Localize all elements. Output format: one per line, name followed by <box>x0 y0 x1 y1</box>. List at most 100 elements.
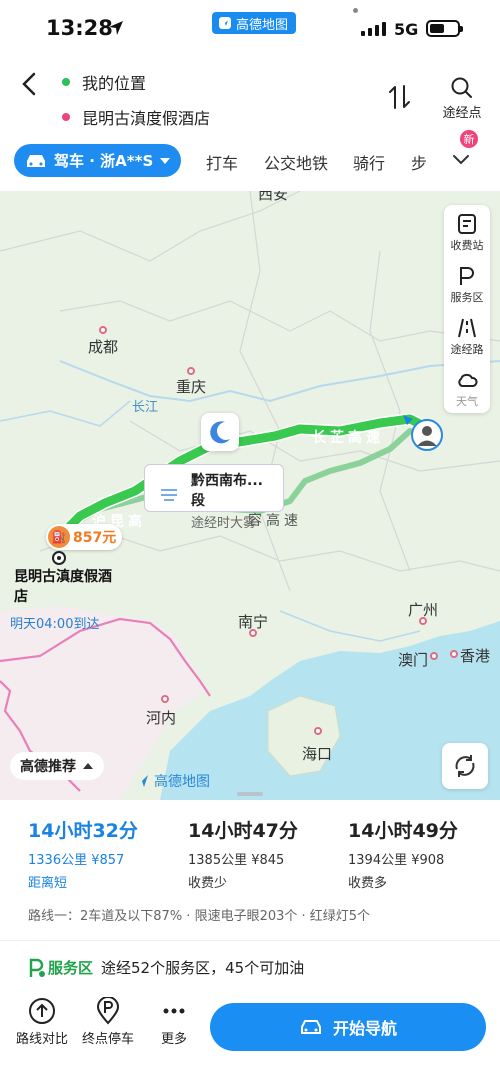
parking-pin-icon <box>96 997 120 1025</box>
destination-pin-icon <box>52 551 66 565</box>
destination-dot <box>62 113 70 121</box>
destination-parking-button[interactable]: 终点停车 <box>82 997 134 1047</box>
route-price: ¥857 <box>91 853 125 868</box>
city-dot-hongkong <box>450 650 458 658</box>
route-duration: 14小时49分 <box>348 820 458 842</box>
map-view[interactable]: 西安 成都 重庆 长江 南宁 广州 澳门 香港 河内 海口 长芷高速 沪昆高 容… <box>0 191 500 800</box>
route-meta: 1385公里 ¥845 <box>188 849 298 868</box>
route-price: ¥845 <box>251 853 285 868</box>
route-option-3[interactable]: 14小时49分 1394公里 ¥908 收费多 <box>348 816 458 891</box>
destination-parking-label: 终点停车 <box>82 1032 135 1047</box>
amap-logo-icon <box>219 17 231 29</box>
tab-taxi[interactable]: 打车 <box>206 150 238 174</box>
swap-icon <box>389 85 410 109</box>
more-label: 更多 <box>160 1032 187 1047</box>
destination-row[interactable]: 昆明古滇度假酒店 <box>62 105 210 129</box>
city-dot-haikou <box>314 727 322 735</box>
gas-pump-icon: ⛽ <box>48 526 70 548</box>
divider <box>0 940 500 941</box>
start-navigation-button[interactable]: 开始导航 <box>210 1003 486 1051</box>
status-time: 13:28 <box>46 16 113 40</box>
mode-tabs: 驾车 · 浙A**S 打车 公交地铁 骑行 步 新 <box>0 130 500 180</box>
more-modes-button[interactable] <box>448 146 474 172</box>
add-via-button[interactable]: 途经点 <box>434 76 490 121</box>
car-icon <box>27 154 45 167</box>
new-badge: 新 <box>460 130 478 148</box>
highway-changzhi: 长芷高速 <box>312 430 384 446</box>
privacy-dot <box>353 8 358 13</box>
status-bar: 13:28 高德地图 5G <box>0 0 500 56</box>
route-roads-tool[interactable]: 途经路 <box>444 317 490 357</box>
refresh-route-button[interactable] <box>442 743 488 789</box>
caret-up-icon <box>83 763 93 769</box>
city-chengdu: 成都 <box>88 338 119 356</box>
origin-dot <box>62 78 70 86</box>
route-header: 我的位置 昆明古滇度假酒店 途经点 驾车 · 浙A**S 打车 公交地铁 骑行 … <box>0 56 500 191</box>
route-distance: 1394公里 <box>348 853 408 868</box>
weather-subtitle: 途经时大雾 <box>191 516 257 531</box>
arrival-time: 明天04:00到达 <box>10 617 100 632</box>
service-badge-label: 服务区 <box>48 959 94 977</box>
city-dot-macau <box>430 652 438 660</box>
service-badge: 服务区 <box>28 957 93 978</box>
more-button[interactable]: 更多 <box>160 997 188 1047</box>
route-compare-button[interactable]: 路线对比 <box>16 997 68 1047</box>
app-pill-label: 高德地图 <box>236 17 289 33</box>
sheet-handle[interactable] <box>237 792 263 796</box>
recommend-dropdown[interactable]: 高德推荐 <box>10 752 104 780</box>
route-roads-label: 途经路 <box>450 343 484 356</box>
route-options-sheet: 14小时32分 1336公里 ¥857 距离短 14小时47分 1385公里 ¥… <box>0 800 500 1068</box>
weather-marker[interactable] <box>201 413 239 451</box>
tab-drive-label: 驾车 · 浙A**S <box>54 152 154 170</box>
route-option-2[interactable]: 14小时47分 1385公里 ¥845 收费少 <box>188 816 298 891</box>
avatar-icon <box>403 415 443 451</box>
fog-icon <box>161 489 177 501</box>
service-area-label: 服务区 <box>450 291 484 304</box>
city-haikou: 海口 <box>302 745 333 763</box>
car-icon <box>300 1020 321 1034</box>
app-pill[interactable]: 高德地图 <box>212 12 297 34</box>
amap-logo-icon <box>136 775 148 787</box>
service-text: 途经52个服务区，45个可加油 <box>101 959 305 977</box>
tab-walk[interactable]: 步 <box>411 150 427 174</box>
network-type: 5G <box>394 20 419 39</box>
origin-marker <box>401 413 443 459</box>
weather-bubble[interactable]: 黔西南布...段 途经时大雾 <box>144 464 284 531</box>
tab-cycling[interactable]: 骑行 <box>353 150 385 174</box>
map-logo: 高德地图 <box>134 771 210 791</box>
origin-row[interactable]: 我的位置 <box>62 70 146 94</box>
city-xian: 西安 <box>258 191 289 203</box>
via-label: 途经点 <box>442 106 482 121</box>
city-dot-hanoi <box>161 695 169 703</box>
toll-label: 收费站 <box>450 239 484 252</box>
tab-transit[interactable]: 公交地铁 <box>264 150 328 174</box>
chevron-down-icon <box>453 155 469 165</box>
city-macau: 澳门 <box>398 651 429 669</box>
service-area-tool[interactable]: 服务区 <box>444 265 490 305</box>
fuel-cost-value: 857元 <box>73 530 117 546</box>
moon-icon <box>210 421 230 444</box>
road-icon <box>458 318 476 338</box>
signal-icon <box>361 20 386 36</box>
compare-icon <box>29 998 55 1024</box>
origin-label: 我的位置 <box>82 74 147 93</box>
city-dot-chongqing <box>187 367 195 375</box>
route-duration: 14小时47分 <box>188 820 298 842</box>
swap-button[interactable] <box>386 82 414 112</box>
toll-icon <box>458 214 476 234</box>
start-navigation-label: 开始导航 <box>332 1019 397 1038</box>
fuel-cost-tag[interactable]: ⛽ 857元 <box>46 524 123 550</box>
weather-tool[interactable]: 天气 <box>444 369 490 409</box>
toll-station-tool[interactable]: 收费站 <box>444 213 490 253</box>
route-option-1[interactable]: 14小时32分 1336公里 ¥857 距离短 <box>28 816 138 891</box>
route-tag: 收费多 <box>348 876 388 891</box>
city-hanoi: 河内 <box>146 709 177 727</box>
refresh-icon <box>455 755 475 777</box>
tab-drive[interactable]: 驾车 · 浙A**S <box>14 144 182 177</box>
route-meta: 1394公里 ¥908 <box>348 849 458 868</box>
route-duration: 14小时32分 <box>28 820 138 842</box>
service-area-row[interactable]: 服务区 途经52个服务区，45个可加油 <box>28 957 304 978</box>
battery-icon <box>426 20 463 37</box>
location-arrow-icon <box>109 21 123 35</box>
back-button[interactable] <box>12 66 48 102</box>
